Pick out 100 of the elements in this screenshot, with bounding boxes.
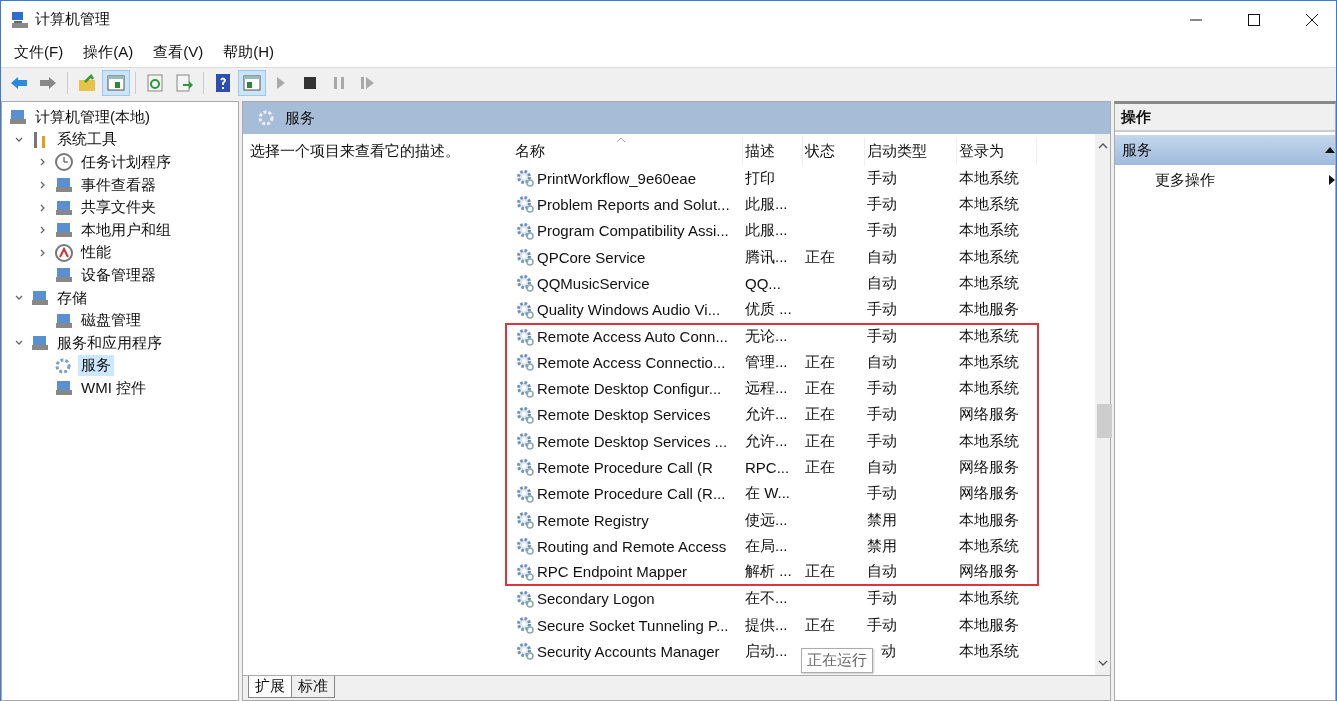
table-cell: 允许... xyxy=(745,431,788,451)
tab[interactable]: 扩展 xyxy=(248,676,292,698)
tree-item[interactable]: 事件查看器 xyxy=(78,174,159,196)
refresh-icon xyxy=(145,73,165,93)
table-cell: 动 xyxy=(881,642,896,661)
table-cell: Remote Procedure Call (R... xyxy=(537,485,726,503)
table-cell: 腾讯... xyxy=(745,247,788,267)
table-cell: Remote Procedure Call (R xyxy=(537,458,713,476)
gear-icon xyxy=(515,483,535,504)
action-item[interactable]: 更多操作 xyxy=(1155,170,1215,190)
menu-item[interactable]: 查看(V) xyxy=(153,43,204,62)
table-cell: 本地系统 xyxy=(959,536,1019,556)
table-cell: 正在 xyxy=(805,247,835,267)
tree-item[interactable]: 设备管理器 xyxy=(78,264,159,286)
tree-item[interactable]: 服务 xyxy=(78,355,114,377)
table-cell: 在不... xyxy=(745,589,788,609)
table-cell: Program Compatibility Assi... xyxy=(537,222,729,240)
table-cell: 禁用 xyxy=(867,510,897,530)
table-cell: 正在 xyxy=(805,379,835,398)
table-cell: 在 W... xyxy=(745,484,790,504)
tree-item[interactable]: 任务计划程序 xyxy=(78,152,174,173)
window-title: 计算机管理 xyxy=(35,10,110,29)
table-cell: 正在 xyxy=(805,615,835,635)
clock-icon xyxy=(54,152,74,173)
table-cell: Remote Desktop Services xyxy=(537,406,711,424)
gear-icon xyxy=(515,641,535,662)
tree-item[interactable]: 共享文件夹 xyxy=(78,197,159,219)
table-cell: Secondary Logon xyxy=(537,590,655,608)
tree-item[interactable]: 本地用户和组 xyxy=(78,219,174,241)
gear-icon xyxy=(515,615,535,636)
column-header[interactable]: 状态 xyxy=(803,137,865,165)
gear-icon xyxy=(515,247,535,268)
maximize-icon[interactable] xyxy=(1248,13,1260,26)
table-cell: 网络服务 xyxy=(959,405,1019,425)
gear-icon xyxy=(515,431,535,452)
scroll-up-icon[interactable] xyxy=(1097,142,1108,150)
tab[interactable]: 标准 xyxy=(291,676,335,698)
table-cell: Secure Socket Tunneling P... xyxy=(537,616,729,634)
column-header[interactable]: 名称 xyxy=(513,137,743,165)
tree-item[interactable]: WMI 控件 xyxy=(78,377,149,399)
gear-icon xyxy=(515,510,535,530)
gear-icon xyxy=(515,273,535,294)
table-cell: 手动 xyxy=(867,168,897,188)
table-cell: 管理... xyxy=(745,352,788,372)
table-cell: Routing and Remote Access xyxy=(537,537,727,555)
menu-item[interactable]: 操作(A) xyxy=(83,43,134,62)
gear-icon xyxy=(515,536,535,557)
menu-item[interactable]: 帮助(H) xyxy=(223,43,274,62)
scroll-down-icon[interactable] xyxy=(1097,659,1108,667)
table-cell: 手动 xyxy=(867,327,897,347)
table-cell: 在局... xyxy=(745,536,788,556)
table-cell: 本地系统 xyxy=(959,168,1019,188)
close-icon[interactable] xyxy=(1306,13,1318,26)
menu-item[interactable]: 文件(F) xyxy=(14,43,64,62)
table-cell: 手动 xyxy=(867,300,897,320)
table-cell: Remote Desktop Configur... xyxy=(537,380,722,397)
gear-icon xyxy=(515,299,535,320)
scroll-thumb[interactable] xyxy=(1097,404,1112,438)
pane-header: 操作 xyxy=(1115,104,1335,132)
table-cell: 本地系统 xyxy=(959,379,1019,398)
gear-icon xyxy=(515,194,535,215)
table-cell: 使远... xyxy=(745,510,788,530)
collapse-icon[interactable] xyxy=(1325,147,1335,153)
tree-item[interactable]: 磁盘管理 xyxy=(78,310,144,332)
table-cell: 本地服务 xyxy=(959,300,1019,320)
table-cell: 启动... xyxy=(745,642,788,661)
table-cell: 本地系统 xyxy=(959,194,1019,214)
table-cell: 自动 xyxy=(867,352,897,372)
table-cell: 此服... xyxy=(745,194,788,214)
action-section[interactable]: 服务 xyxy=(1115,135,1335,165)
table-cell: 本地系统 xyxy=(959,352,1019,372)
table-cell: 本地系统 xyxy=(959,431,1019,451)
table-cell: 本地系统 xyxy=(959,221,1019,241)
tree-item[interactable]: 系统工具 xyxy=(54,129,120,151)
table-cell: Remote Access Auto Conn... xyxy=(537,328,728,346)
pane-tool-button[interactable] xyxy=(238,70,266,96)
table-cell: 本地系统 xyxy=(959,327,1019,347)
table-cell: QPCore Service xyxy=(537,248,646,266)
table-cell: RPC... xyxy=(745,458,790,476)
gear-icon xyxy=(515,168,535,189)
tree-item[interactable]: 性能 xyxy=(78,242,114,264)
tree-tool-button[interactable] xyxy=(102,70,130,96)
table-cell: Problem Reports and Solut... xyxy=(537,195,730,213)
tree-item[interactable]: 计算机管理(本地) xyxy=(32,106,153,128)
table-cell: Quality Windows Audio Vi... xyxy=(537,301,721,319)
table-cell: 本地系统 xyxy=(959,589,1019,609)
column-header[interactable]: 登录为 xyxy=(957,137,1037,165)
column-header[interactable]: 描述 xyxy=(743,137,803,165)
scrollbar[interactable] xyxy=(1095,134,1110,675)
description-text: 选择一个项目来查看它的描述。 xyxy=(250,142,460,159)
table-cell: 手动 xyxy=(867,589,897,609)
tree-item[interactable]: 存储 xyxy=(54,287,90,309)
table-cell: 提供... xyxy=(745,615,788,635)
table-cell: PrintWorkflow_9e60eae xyxy=(537,169,696,187)
table-cell: 无论... xyxy=(745,327,788,347)
tree-item[interactable]: 服务和应用程序 xyxy=(54,332,165,354)
column-header[interactable]: 启动类型 xyxy=(865,137,957,165)
table-cell: QQMusicService xyxy=(537,274,650,292)
gear-icon xyxy=(515,378,535,399)
gear-icon xyxy=(515,561,535,582)
